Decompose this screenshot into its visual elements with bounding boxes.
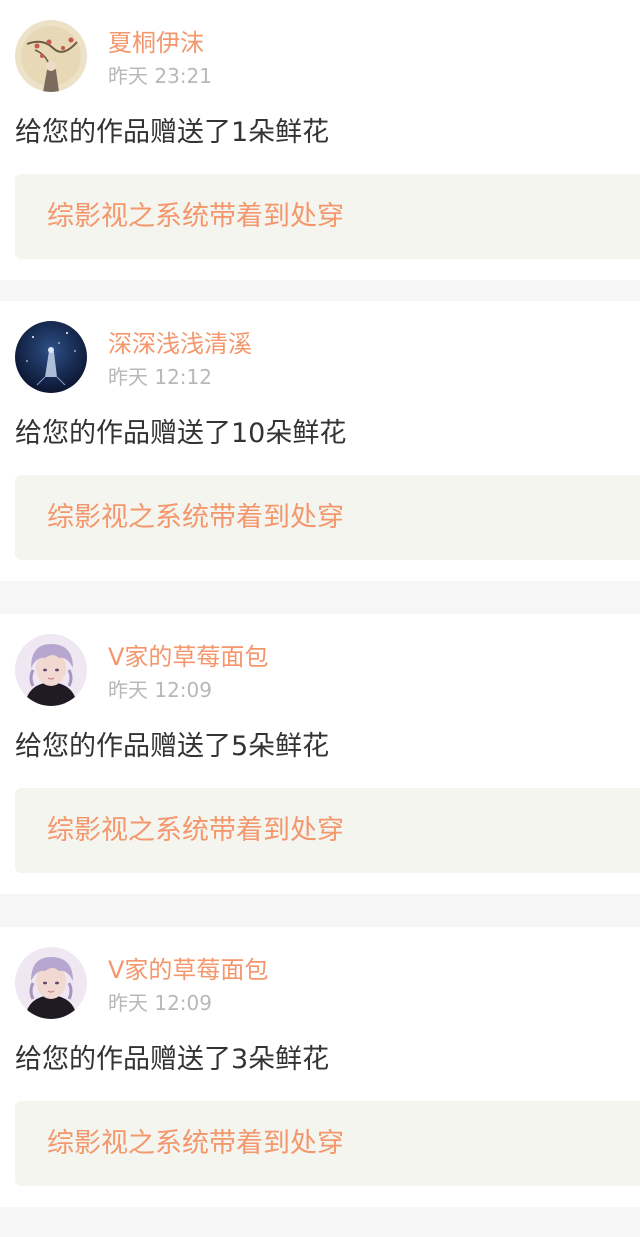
timestamp: 昨天 12:12: [108, 365, 212, 389]
timestamp: 昨天 23:21: [108, 64, 212, 88]
gift-notification-card: V家的草莓面包 昨天 12:09 给您的作品赠送了5朵鲜花 综影视之系统带着到处…: [0, 614, 640, 894]
gift-message: 给您的作品赠送了1朵鲜花: [15, 117, 330, 148]
user-avatar[interactable]: [15, 321, 87, 393]
user-avatar[interactable]: [15, 634, 87, 706]
username-link[interactable]: 深深浅浅清溪: [108, 329, 252, 359]
username-link[interactable]: V家的草莓面包: [108, 642, 268, 672]
purple-hair-boy-avatar-icon: [15, 634, 87, 706]
purple-hair-boy-avatar-icon: [15, 947, 87, 1019]
username-link[interactable]: V家的草莓面包: [108, 955, 268, 985]
work-link-card[interactable]: 综影视之系统带着到处穿: [15, 174, 640, 259]
timestamp: 昨天 12:09: [108, 678, 212, 702]
gift-notification-feed: 夏桐伊沫 昨天 23:21 给您的作品赠送了1朵鲜花 综影视之系统带着到处穿 深…: [0, 0, 640, 1237]
gift-notification-card: 深深浅浅清溪 昨天 12:12 给您的作品赠送了10朵鲜花 综影视之系统带着到处…: [0, 301, 640, 581]
gift-message: 给您的作品赠送了10朵鲜花: [15, 418, 347, 449]
work-title: 综影视之系统带着到处穿: [47, 502, 344, 533]
gift-notification-card: 夏桐伊沫 昨天 23:21 给您的作品赠送了1朵鲜花 综影视之系统带着到处穿: [0, 0, 640, 280]
work-link-card[interactable]: 综影视之系统带着到处穿: [15, 475, 640, 560]
user-avatar[interactable]: [15, 947, 87, 1019]
work-title: 综影视之系统带着到处穿: [47, 201, 344, 232]
work-title: 综影视之系统带着到处穿: [47, 1128, 344, 1159]
gift-message: 给您的作品赠送了5朵鲜花: [15, 731, 330, 762]
timestamp: 昨天 12:09: [108, 991, 212, 1015]
girl-with-branch-avatar-icon: [15, 20, 87, 92]
work-link-card[interactable]: 综影视之系统带着到处穿: [15, 1101, 640, 1186]
gift-message: 给您的作品赠送了3朵鲜花: [15, 1044, 330, 1075]
gift-notification-card: V家的草莓面包 昨天 12:09 给您的作品赠送了3朵鲜花 综影视之系统带着到处…: [0, 927, 640, 1207]
user-avatar[interactable]: [15, 20, 87, 92]
username-link[interactable]: 夏桐伊沫: [108, 28, 204, 58]
work-link-card[interactable]: 综影视之系统带着到处穿: [15, 788, 640, 873]
night-sky-figure-avatar-icon: [15, 321, 87, 393]
work-title: 综影视之系统带着到处穿: [47, 815, 344, 846]
